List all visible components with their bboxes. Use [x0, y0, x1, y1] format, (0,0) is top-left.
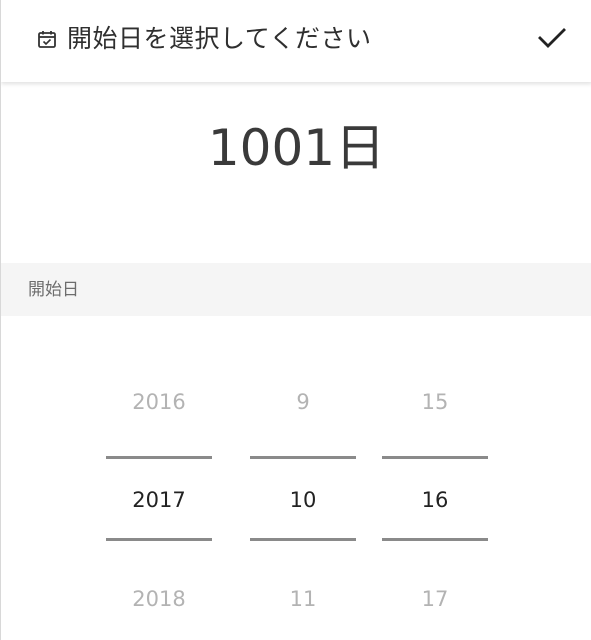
month-option-prev[interactable]: 9 — [250, 387, 356, 417]
selection-divider-bottom — [382, 538, 488, 541]
confirm-button[interactable] — [529, 20, 575, 60]
selection-divider-bottom — [106, 538, 212, 541]
section-label: 開始日 — [28, 280, 79, 300]
start-date-section: 開始日 — [1, 263, 591, 316]
selection-divider-top — [106, 456, 212, 459]
day-count: 1001日 — [207, 119, 386, 177]
month-picker[interactable]: 9 10 11 — [250, 370, 356, 630]
calendar-check-icon — [37, 29, 57, 49]
check-icon — [537, 26, 567, 54]
selection-divider-top — [250, 456, 356, 459]
day-picker[interactable]: 15 16 17 — [382, 370, 488, 630]
app-header: 開始日を選択してください — [1, 0, 591, 82]
date-picker-screen: 開始日を選択してください 1001日 開始日 2016 2017 2018 9 … — [0, 0, 591, 640]
day-option-prev[interactable]: 15 — [382, 387, 488, 417]
day-option-next[interactable]: 17 — [382, 584, 488, 614]
year-option-prev[interactable]: 2016 — [106, 387, 212, 417]
year-option-next[interactable]: 2018 — [106, 584, 212, 614]
day-option-selected[interactable]: 16 — [382, 485, 488, 515]
year-picker[interactable]: 2016 2017 2018 — [106, 370, 212, 630]
selection-divider-top — [382, 456, 488, 459]
selection-divider-bottom — [250, 538, 356, 541]
year-option-selected[interactable]: 2017 — [106, 485, 212, 515]
month-option-next[interactable]: 11 — [250, 584, 356, 614]
month-option-selected[interactable]: 10 — [250, 485, 356, 515]
header-title: 開始日を選択してください — [67, 24, 372, 53]
